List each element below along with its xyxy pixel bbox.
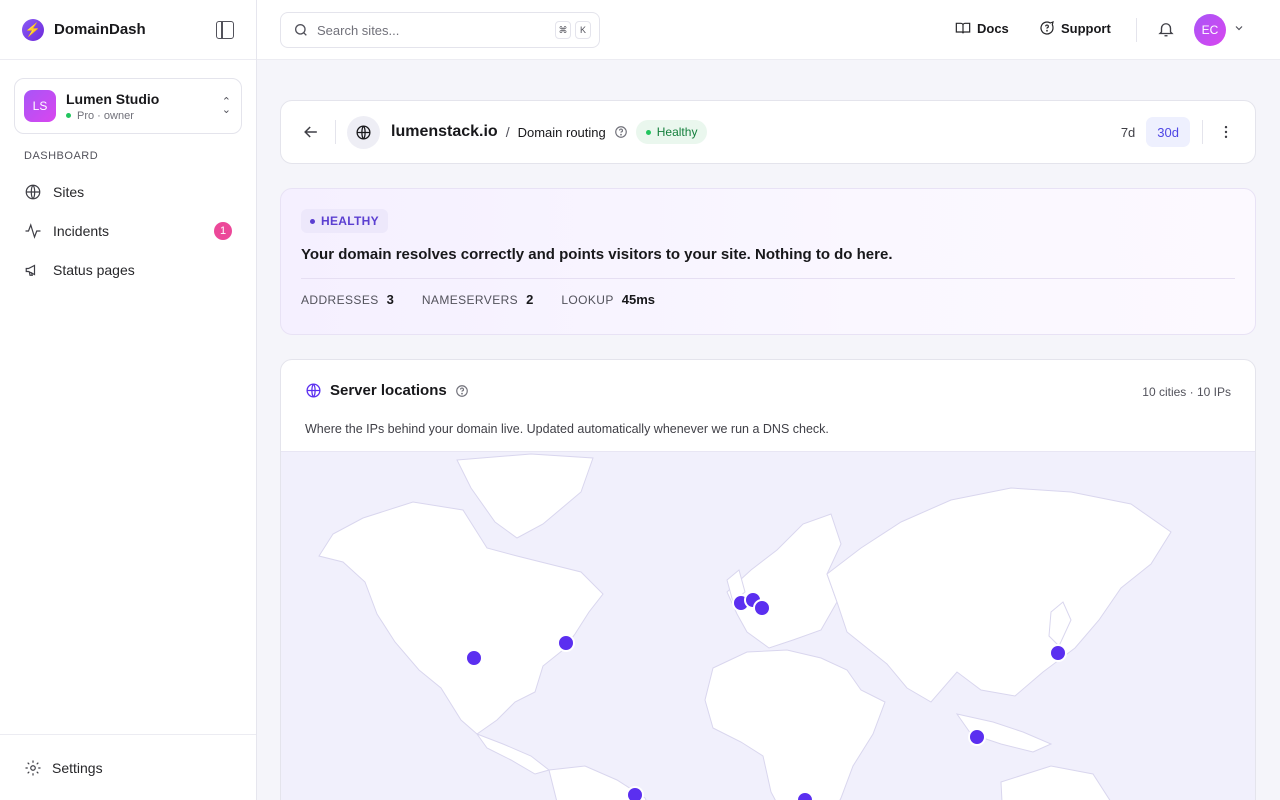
domain-name: lumenstack.io [391, 123, 498, 140]
brand-name: DomainDash [54, 21, 146, 38]
range-30d-button[interactable]: 30d [1146, 117, 1190, 147]
map-greenland [456, 453, 594, 539]
nav-heading: DASHBOARD [24, 150, 99, 162]
workspace-switcher[interactable]: LS Lumen Studio Pro · owner ⌃ ⌄ [14, 78, 242, 134]
help-icon[interactable] [455, 384, 469, 398]
time-range-toggle: 7d 30d [1110, 117, 1190, 147]
search-icon [295, 24, 307, 36]
user-avatar[interactable]: EC [1194, 14, 1226, 46]
health-summary-card: HEALTHY Your domain resolves correctly a… [280, 188, 1256, 335]
server-locations-card: Server locations 10 cities · 10 IPs Wher… [280, 359, 1256, 800]
sidebar-collapse-icon[interactable] [216, 20, 234, 39]
health-tag: HEALTHY [301, 209, 388, 233]
status-badge: Healthy [635, 120, 708, 144]
server-marker[interactable] [626, 786, 644, 800]
world-map[interactable] [281, 451, 1255, 800]
chevron-up-down-icon: ⌃ ⌄ [221, 96, 231, 116]
shortcut-key-k: K [575, 21, 591, 39]
stat-nameservers: NAMESERVERS 2 [421, 292, 534, 307]
server-marker[interactable] [968, 728, 986, 746]
world-map-svg [318, 453, 1172, 800]
map-europe [726, 513, 842, 649]
sidebar-nav: Sites Incidents 1 Status pages [14, 172, 242, 289]
topbar-divider [1136, 18, 1137, 42]
server-marker[interactable] [1049, 644, 1067, 662]
stat-addresses: ADDRESSES 3 [301, 292, 394, 307]
sidebar-item-label: Status pages [53, 261, 135, 278]
server-marker[interactable] [753, 599, 771, 617]
search-input[interactable] [317, 22, 537, 38]
sidebar-item-label: Incidents [53, 222, 110, 239]
breadcrumb-section: Domain routing [517, 124, 606, 140]
support-label: Support [1061, 20, 1111, 36]
sidebar-item-sites[interactable]: Sites [14, 172, 242, 211]
domain-header: lumenstack.io / Domain routing Healthy 7… [280, 100, 1256, 164]
map-africa [704, 649, 886, 800]
support-link[interactable]: Support [1039, 20, 1111, 36]
docs-link[interactable]: Docs [955, 20, 1009, 36]
server-marker[interactable] [796, 791, 814, 800]
shortcut-key-cmd: ⌘ [555, 21, 571, 39]
workspace-status-dot [66, 113, 71, 118]
domain-globe-badge [347, 115, 380, 149]
stat-lookup: LOOKUP 45ms [561, 292, 655, 307]
health-message: Your domain resolves correctly and point… [301, 246, 893, 263]
locations-summary: 10 cities · 10 IPs [1142, 385, 1231, 399]
settings-link[interactable]: Settings [0, 734, 256, 800]
activity-icon [25, 222, 41, 239]
breadcrumb-separator: / [505, 124, 510, 140]
health-stats: ADDRESSES 3 NAMESERVERS 2 LOOKUP 45ms [301, 292, 1235, 307]
section-title: Server locations [330, 382, 447, 399]
workspace-avatar: LS [24, 90, 56, 122]
search-box[interactable]: ⌘ K [280, 12, 600, 48]
sidebar-item-incidents[interactable]: Incidents 1 [14, 211, 242, 250]
help-icon[interactable] [614, 125, 628, 139]
sidebar-item-label: Sites [53, 183, 85, 200]
workspace-plan: Pro · owner [77, 109, 134, 122]
globe-icon [306, 383, 321, 398]
more-vertical-icon[interactable] [1217, 123, 1235, 141]
server-marker[interactable] [557, 634, 575, 652]
globe-icon [25, 184, 41, 199]
book-icon [955, 22, 971, 34]
gear-icon [25, 760, 41, 775]
map-asia [826, 487, 1172, 703]
bolt-icon: ⚡ [22, 18, 44, 41]
bell-icon[interactable] [1157, 20, 1175, 38]
topbar: ⌘ K Docs Support EC [257, 0, 1280, 60]
sidebar-item-status-pages[interactable]: Status pages [14, 250, 242, 289]
arrow-left-icon[interactable] [301, 122, 321, 142]
docs-label: Docs [977, 20, 1009, 36]
map-central-america [475, 732, 551, 775]
range-7d-button[interactable]: 7d [1110, 117, 1146, 147]
locations-description: Where the IPs behind your domain live. U… [305, 422, 829, 436]
settings-label: Settings [52, 759, 103, 776]
map-north-america [318, 501, 604, 735]
server-marker[interactable] [465, 649, 483, 667]
chevron-down-icon[interactable] [1233, 22, 1245, 34]
globe-icon [356, 124, 371, 140]
help-chat-icon [1040, 21, 1054, 35]
megaphone-icon [25, 264, 36, 276]
map-australia [1000, 765, 1111, 800]
sidebar: ⚡ DomainDash LS Lumen Studio Pro · owner… [0, 0, 257, 800]
brand-bar: ⚡ DomainDash [0, 0, 256, 60]
workspace-name: Lumen Studio [66, 90, 160, 107]
incidents-count-badge: 1 [214, 221, 232, 240]
